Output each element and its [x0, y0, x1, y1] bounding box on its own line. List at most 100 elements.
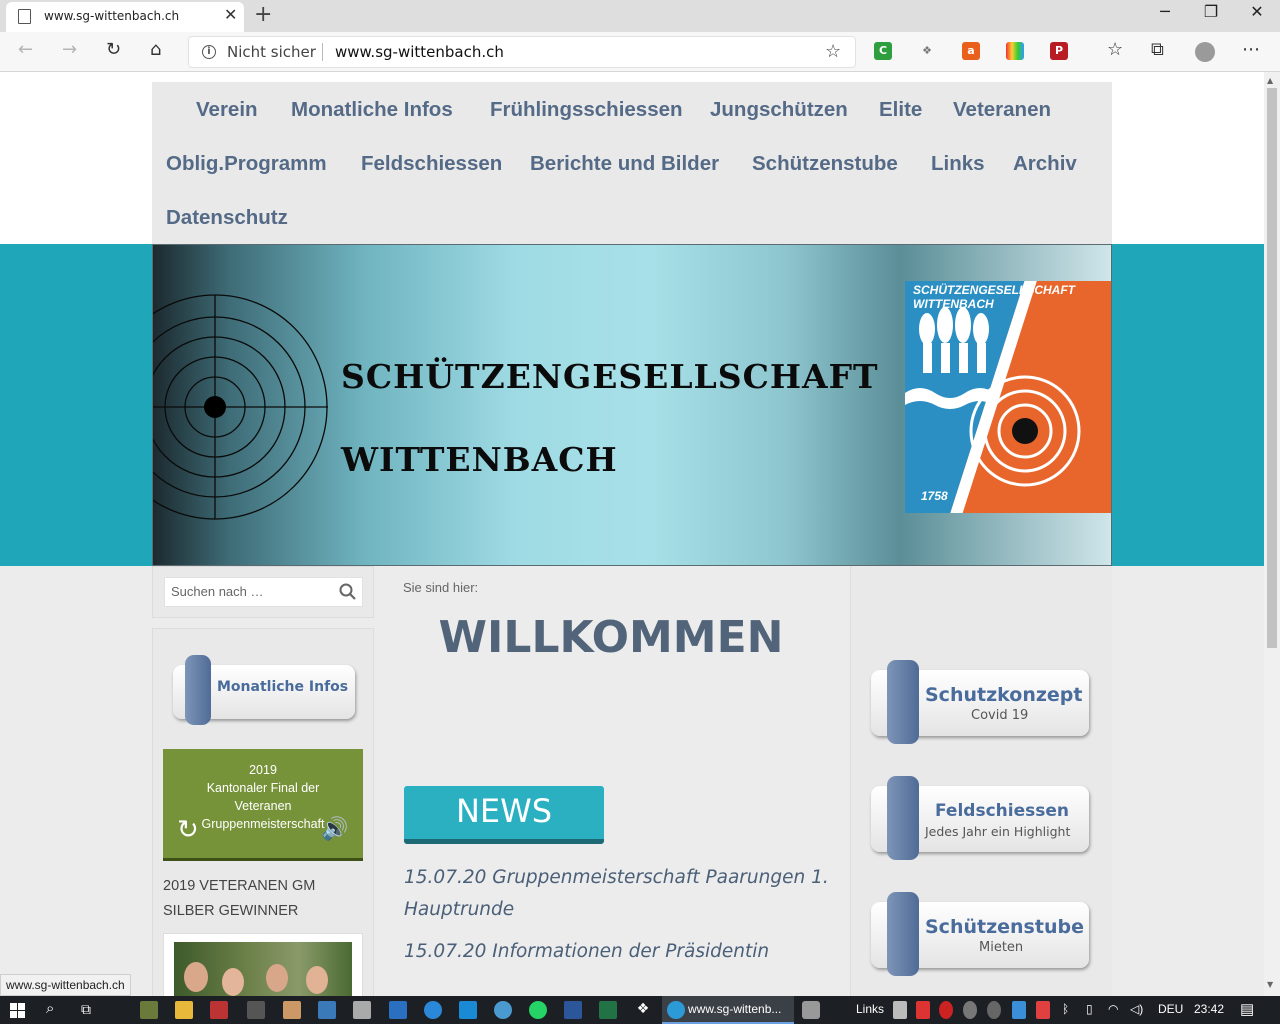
- veteran-caption: 2019 VETERANEN GM SILBER GEWINNER: [163, 874, 315, 924]
- header-banner: SCHÜTZENGESELLSCHAFT WITTENBACH SCHÜTZEN…: [152, 244, 1112, 566]
- volume-icon[interactable]: ◁): [1130, 1002, 1143, 1016]
- volume-icon[interactable]: 🔊: [321, 817, 348, 842]
- group-photo[interactable]: [163, 933, 363, 996]
- more-icon[interactable]: ⋯: [1242, 39, 1260, 60]
- feldschiessen-label: Feldschiessen: [935, 801, 1069, 821]
- monthly-info-button[interactable]: Monatliche Infos: [171, 651, 357, 725]
- monthly-info-button-tab: [185, 655, 211, 725]
- nav-jungschuetzen[interactable]: Jungschützen: [710, 98, 848, 122]
- scroll-down-icon[interactable]: ▼: [1267, 980, 1273, 989]
- dropbox-icon[interactable]: ❖: [634, 1001, 652, 1019]
- nav-datenschutz[interactable]: Datenschutz: [166, 206, 288, 230]
- page-scrollbar[interactable]: ▲ ▼: [1264, 72, 1280, 996]
- taskbar-app-icon[interactable]: [494, 1001, 512, 1019]
- file-explorer-icon[interactable]: [175, 1001, 193, 1019]
- battery-icon[interactable]: ▯: [1086, 1002, 1093, 1016]
- tray-icon[interactable]: [893, 1001, 907, 1019]
- nav-archiv[interactable]: Archiv: [1013, 152, 1077, 176]
- extension-red-icon[interactable]: P: [1050, 42, 1068, 60]
- close-tab-icon[interactable]: ✕: [224, 5, 237, 24]
- veteran-caption-line: 2019 VETERANEN GM: [163, 878, 316, 894]
- tray-icon[interactable]: [939, 1001, 953, 1019]
- task-view-icon[interactable]: ⧉: [81, 1001, 91, 1018]
- extension-green-icon[interactable]: C: [874, 42, 892, 60]
- favorite-star-icon[interactable]: ☆: [825, 41, 841, 62]
- whatsapp-icon[interactable]: [529, 1001, 547, 1019]
- video-player[interactable]: 2019 Kantonaler Final der Veteranen Grup…: [163, 749, 363, 861]
- taskbar-app-icon[interactable]: [140, 1001, 158, 1019]
- nav-feldschiessen[interactable]: Feldschiessen: [361, 152, 502, 176]
- tray-icon[interactable]: [963, 1001, 977, 1019]
- scroll-up-icon[interactable]: ▲: [1267, 76, 1273, 85]
- news-button[interactable]: NEWS: [404, 786, 604, 844]
- clock[interactable]: 23:42: [1194, 1002, 1224, 1016]
- taskbar-app-icon[interactable]: [389, 1001, 407, 1019]
- search-input[interactable]: Suchen nach …: [164, 577, 363, 607]
- news-item-link[interactable]: 15.07.20 Informationen der Präsidentin: [404, 936, 834, 968]
- taskbar-app-icon[interactable]: [247, 1001, 265, 1019]
- search-icon[interactable]: ⌕: [46, 1000, 54, 1017]
- browser-toolbar: ← → ↻ ⌂ i Nicht sicher www.sg-wittenbach…: [0, 32, 1280, 72]
- window-close-icon[interactable]: ✕: [1234, 2, 1280, 21]
- schuetzenstube-button[interactable]: Schützenstube Mieten: [871, 892, 1093, 978]
- nav-verein[interactable]: Verein: [196, 98, 258, 122]
- nav-fruehlingsschiessen[interactable]: Frühlingsschiessen: [490, 98, 683, 122]
- nav-schuetzenstube[interactable]: Schützenstube: [752, 152, 898, 176]
- tray-icon[interactable]: [916, 1001, 930, 1019]
- taskbar-app-icon[interactable]: [353, 1001, 371, 1019]
- windows-taskbar: ⌕ ⧉ ❖ www.sg-wittenb... Links ᛒ ▯ ◠ ◁) D…: [0, 996, 1280, 1024]
- restore-icon[interactable]: ❐: [1188, 2, 1234, 21]
- feldschiessen-button[interactable]: Feldschiessen Jedes Jahr ein Highlight: [871, 776, 1093, 862]
- schuetzenstube-sublabel: Mieten: [979, 940, 1024, 955]
- nav-monatliche-infos[interactable]: Monatliche Infos: [291, 98, 453, 122]
- language-indicator[interactable]: DEU: [1158, 1002, 1183, 1016]
- extension-color-icon[interactable]: [1006, 42, 1024, 60]
- news-item-link[interactable]: 15.07.20 Gruppenmeisterschaft Paarungen …: [404, 862, 834, 926]
- word-icon[interactable]: [564, 1001, 582, 1019]
- url-text[interactable]: www.sg-wittenbach.ch: [335, 43, 504, 61]
- refresh-icon[interactable]: ↻: [106, 39, 121, 60]
- taskbar-app-icon[interactable]: [283, 1001, 301, 1019]
- dropbox-icon[interactable]: ❖: [918, 42, 936, 60]
- forward-icon[interactable]: →: [62, 39, 77, 60]
- taskbar-edge-window[interactable]: www.sg-wittenb...: [662, 996, 794, 1024]
- nav-veteranen[interactable]: Veteranen: [953, 98, 1051, 122]
- schutzkonzept-sublabel: Covid 19: [971, 708, 1029, 723]
- profile-icon[interactable]: [1195, 42, 1215, 62]
- links-toolbar-label[interactable]: Links: [856, 1002, 884, 1016]
- tray-icon[interactable]: [1036, 1001, 1050, 1019]
- minimize-icon[interactable]: ─: [1142, 2, 1188, 21]
- new-tab-button[interactable]: +: [254, 2, 272, 27]
- taskbar-app-icon[interactable]: [802, 1001, 820, 1019]
- home-icon[interactable]: ⌂: [150, 39, 161, 60]
- search-icon[interactable]: [339, 583, 357, 601]
- browser-tab[interactable]: www.sg-wittenbach.ch ✕: [6, 2, 244, 32]
- taskbar-app-icon[interactable]: [459, 1001, 477, 1019]
- windows-start-icon[interactable]: [10, 1003, 25, 1018]
- security-label[interactable]: Nicht sicher: [227, 43, 316, 61]
- scrollbar-thumb[interactable]: [1267, 88, 1277, 648]
- tray-icon[interactable]: [987, 1001, 1001, 1019]
- bluetooth-icon[interactable]: ᛒ: [1062, 1002, 1069, 1016]
- tray-icon[interactable]: [1012, 1001, 1026, 1019]
- onedrive-icon[interactable]: [424, 1001, 442, 1019]
- photo-face: [222, 968, 244, 996]
- back-icon[interactable]: ←: [18, 39, 33, 60]
- nav-elite[interactable]: Elite: [879, 98, 922, 122]
- wifi-icon[interactable]: ◠: [1108, 1002, 1118, 1016]
- notifications-icon[interactable]: ▤: [1240, 1000, 1254, 1018]
- nav-links[interactable]: Links: [931, 152, 985, 176]
- extension-orange-icon[interactable]: a: [962, 42, 980, 60]
- favorites-icon[interactable]: ☆: [1107, 39, 1123, 60]
- feldschiessen-button-tab: [887, 776, 919, 860]
- excel-icon[interactable]: [599, 1001, 617, 1019]
- nav-oblig-programm[interactable]: Oblig.Programm: [166, 152, 327, 176]
- replay-icon[interactable]: ↻: [177, 815, 199, 845]
- taskbar-app-icon[interactable]: [318, 1001, 336, 1019]
- collections-icon[interactable]: ⧉: [1151, 39, 1164, 60]
- nav-berichte-und-bilder[interactable]: Berichte und Bilder: [530, 152, 719, 176]
- taskbar-app-icon[interactable]: [210, 1001, 228, 1019]
- address-bar[interactable]: i Nicht sicher www.sg-wittenbach.ch ☆: [188, 36, 856, 68]
- info-icon[interactable]: i: [202, 45, 216, 59]
- schutzkonzept-button[interactable]: Schutzkonzept Covid 19: [871, 658, 1093, 744]
